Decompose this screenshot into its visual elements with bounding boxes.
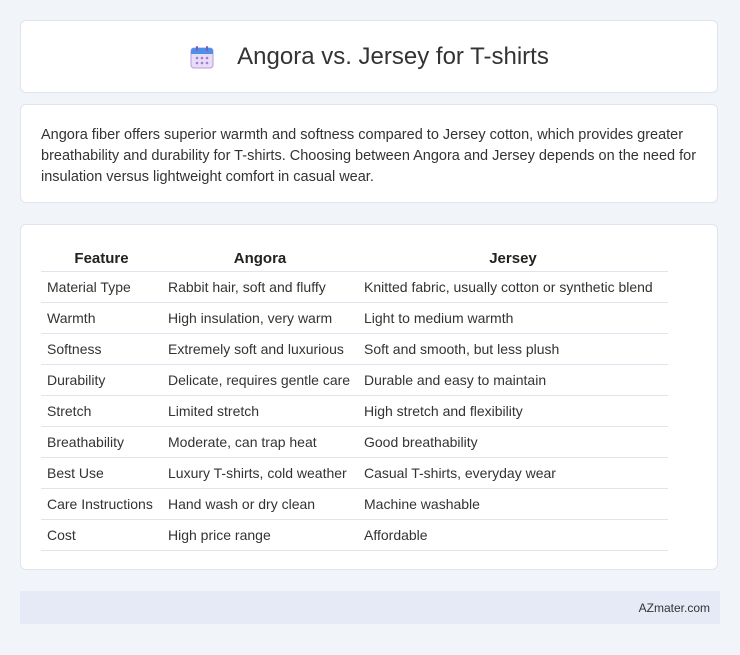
footer-brand-link[interactable]: AZmater.com bbox=[639, 601, 710, 615]
cell-angora: Delicate, requires gentle care bbox=[162, 364, 358, 396]
cell-feature: Durability bbox=[41, 364, 162, 396]
cell-jersey: Durable and easy to maintain bbox=[358, 364, 668, 396]
cell-angora: Extremely soft and luxurious bbox=[162, 333, 358, 365]
header-angora: Angora bbox=[162, 245, 358, 272]
table-row: Warmth High insulation, very warm Light … bbox=[41, 302, 668, 334]
table-row: Care Instructions Hand wash or dry clean… bbox=[41, 488, 668, 520]
table-row: Cost High price range Affordable bbox=[41, 519, 668, 551]
cell-feature: Softness bbox=[41, 333, 162, 365]
table-row: Softness Extremely soft and luxurious So… bbox=[41, 333, 668, 365]
cell-feature: Care Instructions bbox=[41, 488, 162, 520]
cell-feature: Best Use bbox=[41, 457, 162, 489]
cell-jersey: Affordable bbox=[358, 519, 668, 551]
cell-feature: Breathability bbox=[41, 426, 162, 458]
cell-jersey: Good breathability bbox=[358, 426, 668, 458]
table-row: Material Type Rabbit hair, soft and fluf… bbox=[41, 271, 668, 303]
cell-jersey: Soft and smooth, but less plush bbox=[358, 333, 668, 365]
cell-feature: Stretch bbox=[41, 395, 162, 427]
cell-angora: Limited stretch bbox=[162, 395, 358, 427]
cell-angora: Luxury T-shirts, cold weather bbox=[162, 457, 358, 489]
intro-text: Angora fiber offers superior warmth and … bbox=[41, 127, 697, 185]
cell-feature: Cost bbox=[41, 519, 162, 551]
page-title: Angora vs. Jersey for T-shirts bbox=[237, 42, 549, 70]
cell-angora: Hand wash or dry clean bbox=[162, 488, 358, 520]
table-row: Best Use Luxury T-shirts, cold weather C… bbox=[41, 457, 668, 489]
cell-angora: High insulation, very warm bbox=[162, 302, 358, 334]
footer-bar: AZmater.com bbox=[20, 591, 720, 624]
cell-jersey: Machine washable bbox=[358, 488, 668, 520]
comparison-table: Feature Angora Jersey Material Type Rabb… bbox=[41, 245, 668, 551]
cell-jersey: Knitted fabric, usually cotton or synthe… bbox=[358, 271, 668, 303]
cell-feature: Material Type bbox=[41, 271, 162, 303]
table-row: Stretch Limited stretch High stretch and… bbox=[41, 395, 668, 427]
cell-angora: High price range bbox=[162, 519, 358, 551]
table-row: Breathability Moderate, can trap heat Go… bbox=[41, 426, 668, 458]
header-card: Angora vs. Jersey for T-shirts bbox=[20, 20, 718, 93]
cell-angora: Moderate, can trap heat bbox=[162, 426, 358, 458]
table-card: Feature Angora Jersey Material Type Rabb… bbox=[20, 224, 718, 570]
cell-jersey: Light to medium warmth bbox=[358, 302, 668, 334]
header-feature: Feature bbox=[41, 245, 162, 272]
cell-feature: Warmth bbox=[41, 302, 162, 334]
cell-angora: Rabbit hair, soft and fluffy bbox=[162, 271, 358, 303]
table-header-row: Feature Angora Jersey bbox=[41, 245, 668, 272]
intro-card: Angora fiber offers superior warmth and … bbox=[20, 104, 718, 203]
title-wrap: Angora vs. Jersey for T-shirts bbox=[189, 43, 549, 71]
calendar-icon bbox=[189, 44, 215, 70]
header-jersey: Jersey bbox=[358, 245, 668, 272]
table-row: Durability Delicate, requires gentle car… bbox=[41, 364, 668, 396]
cell-jersey: Casual T-shirts, everyday wear bbox=[358, 457, 668, 489]
cell-jersey: High stretch and flexibility bbox=[358, 395, 668, 427]
